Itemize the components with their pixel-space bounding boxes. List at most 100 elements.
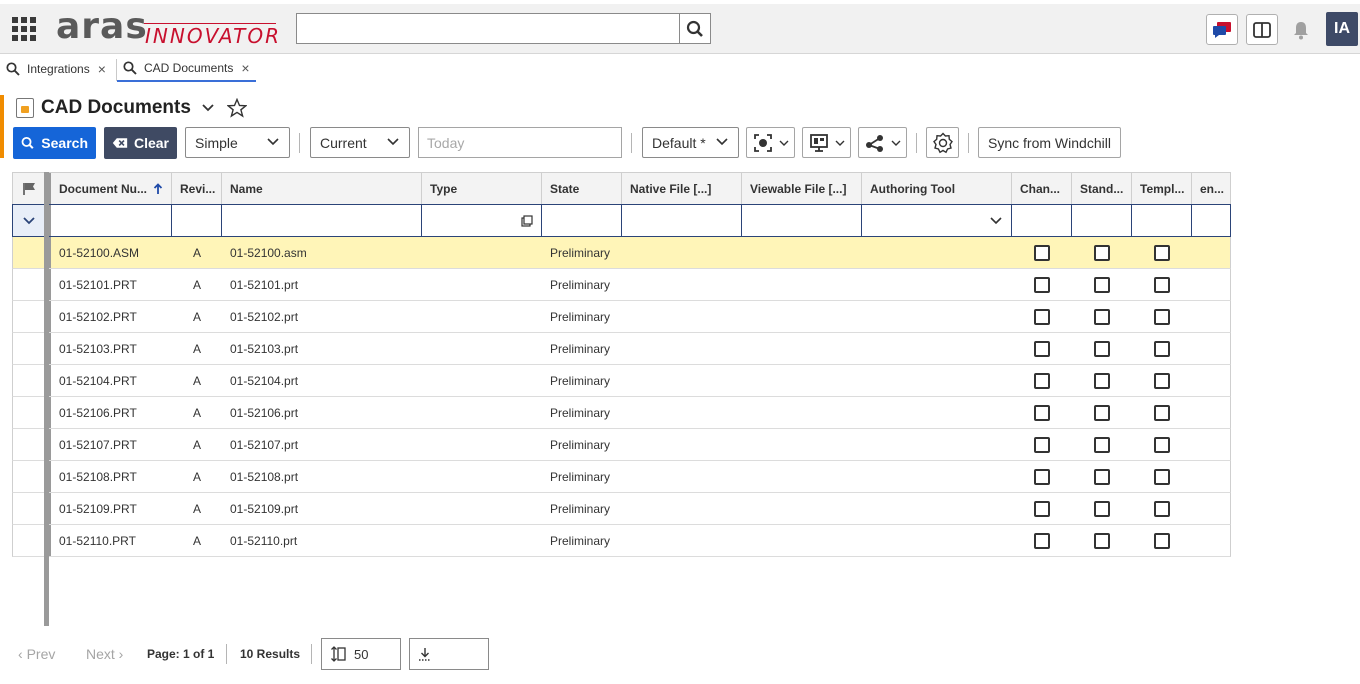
column-header-name[interactable]: Name: [222, 173, 422, 204]
checkbox[interactable]: [1034, 404, 1050, 421]
filter-name[interactable]: [222, 205, 422, 236]
share-button[interactable]: [858, 127, 907, 158]
checkbox[interactable]: [1154, 340, 1170, 357]
filter-en[interactable]: [1192, 205, 1230, 236]
tab-integrations[interactable]: Integrations ×: [0, 55, 112, 82]
target-button[interactable]: [746, 127, 795, 158]
checkbox[interactable]: [1034, 468, 1050, 485]
row-flag-cell: [13, 269, 46, 300]
split-view-button[interactable]: [1246, 14, 1278, 45]
column-header-document-number[interactable]: Document Nu...: [51, 173, 172, 204]
search-mode-select[interactable]: Simple: [185, 127, 290, 158]
version-select[interactable]: Current: [310, 127, 410, 158]
app-launcher-icon[interactable]: [12, 17, 36, 41]
column-header-type[interactable]: Type: [422, 173, 542, 204]
checkbox[interactable]: [1094, 468, 1110, 485]
checkbox[interactable]: [1154, 404, 1170, 421]
filter-toggle[interactable]: [13, 205, 46, 236]
tab-cad-documents[interactable]: CAD Documents ×: [117, 55, 256, 82]
checkbox[interactable]: [1154, 372, 1170, 389]
column-header-changed[interactable]: Chan...: [1012, 173, 1072, 204]
global-search-button[interactable]: [679, 13, 711, 44]
clear-button[interactable]: Clear: [104, 127, 177, 159]
table-row[interactable]: 01-52109.PRT A 01-52109.prt Preliminary: [12, 493, 1231, 525]
filter-authoring-tool[interactable]: [862, 205, 1012, 236]
row-flag-cell: [13, 365, 46, 396]
filter-type[interactable]: [422, 205, 542, 236]
checkbox[interactable]: [1034, 436, 1050, 453]
filter-state[interactable]: [542, 205, 622, 236]
table-row[interactable]: 01-52108.PRT A 01-52108.prt Preliminary: [12, 461, 1231, 493]
checkbox[interactable]: [1034, 532, 1050, 549]
chevron-down-icon[interactable]: [201, 103, 215, 113]
checkbox[interactable]: [1154, 436, 1170, 453]
column-header-template[interactable]: Templ...: [1132, 173, 1192, 204]
select-item-icon[interactable]: [521, 214, 533, 227]
checkbox[interactable]: [1154, 276, 1170, 293]
column-header-native-file[interactable]: Native File [...]: [622, 173, 742, 204]
page-size-input[interactable]: 50: [321, 638, 401, 670]
checkbox[interactable]: [1034, 340, 1050, 357]
column-header-standard[interactable]: Stand...: [1072, 173, 1132, 204]
table-row[interactable]: 01-52101.PRT A 01-52101.prt Preliminary: [12, 269, 1231, 301]
checkbox[interactable]: [1094, 532, 1110, 549]
column-header-state[interactable]: State: [542, 173, 622, 204]
filter-changed[interactable]: [1012, 205, 1072, 236]
checkbox[interactable]: [1094, 340, 1110, 357]
next-page-button[interactable]: Next ›: [86, 646, 123, 662]
global-search-input[interactable]: [296, 13, 680, 44]
checkbox[interactable]: [1034, 500, 1050, 517]
checkbox[interactable]: [1094, 308, 1110, 325]
chat-button[interactable]: [1206, 14, 1238, 45]
user-avatar[interactable]: IA: [1326, 12, 1358, 46]
table-row[interactable]: 01-52100.ASM A 01-52100.asm Preliminary: [12, 237, 1231, 269]
export-button[interactable]: [409, 638, 489, 670]
sync-from-windchill-button[interactable]: Sync from Windchill: [978, 127, 1121, 158]
favorite-star-icon[interactable]: [226, 98, 247, 118]
column-header-en[interactable]: en...: [1192, 173, 1230, 204]
checkbox[interactable]: [1094, 276, 1110, 293]
settings-button[interactable]: [926, 127, 959, 158]
filter-document-number[interactable]: [51, 205, 172, 236]
flag-column-header[interactable]: [13, 173, 46, 204]
filter-viewable-file[interactable]: [742, 205, 862, 236]
checkbox[interactable]: [1154, 500, 1170, 517]
filter-native-file[interactable]: [622, 205, 742, 236]
sort-ascending-icon[interactable]: [153, 182, 163, 195]
layout-button[interactable]: [802, 127, 851, 158]
checkbox[interactable]: [1154, 468, 1170, 485]
checkbox[interactable]: [1034, 276, 1050, 293]
table-row[interactable]: 01-52102.PRT A 01-52102.prt Preliminary: [12, 301, 1231, 333]
checkbox[interactable]: [1154, 308, 1170, 325]
notifications-button[interactable]: [1289, 18, 1313, 42]
checkbox[interactable]: [1094, 500, 1110, 517]
checkbox[interactable]: [1034, 308, 1050, 325]
table-row[interactable]: 01-52103.PRT A 01-52103.prt Preliminary: [12, 333, 1231, 365]
checkbox[interactable]: [1034, 244, 1050, 261]
frozen-column-splitter[interactable]: [44, 172, 49, 626]
table-row[interactable]: 01-52104.PRT A 01-52104.prt Preliminary: [12, 365, 1231, 397]
checkbox[interactable]: [1094, 244, 1110, 261]
checkbox[interactable]: [1094, 404, 1110, 421]
checkbox[interactable]: [1094, 372, 1110, 389]
filter-revision[interactable]: [172, 205, 222, 236]
row-flag-cell: [13, 237, 46, 268]
search-button[interactable]: Search: [13, 127, 96, 159]
checkbox[interactable]: [1094, 436, 1110, 453]
prev-page-button[interactable]: ‹ Prev: [18, 646, 55, 662]
checkbox[interactable]: [1034, 372, 1050, 389]
table-row[interactable]: 01-52110.PRT A 01-52110.prt Preliminary: [12, 525, 1231, 557]
column-header-authoring-tool[interactable]: Authoring Tool: [862, 173, 1012, 204]
date-input[interactable]: Today: [418, 127, 622, 158]
column-header-viewable-file[interactable]: Viewable File [...]: [742, 173, 862, 204]
view-select[interactable]: Default *: [642, 127, 739, 158]
filter-template[interactable]: [1132, 205, 1192, 236]
filter-standard[interactable]: [1072, 205, 1132, 236]
table-row[interactable]: 01-52107.PRT A 01-52107.prt Preliminary: [12, 429, 1231, 461]
column-header-revision[interactable]: Revi...: [172, 173, 222, 204]
checkbox[interactable]: [1154, 244, 1170, 261]
close-icon[interactable]: ×: [98, 61, 106, 77]
close-icon[interactable]: ×: [241, 60, 249, 76]
table-row[interactable]: 01-52106.PRT A 01-52106.prt Preliminary: [12, 397, 1231, 429]
checkbox[interactable]: [1154, 532, 1170, 549]
